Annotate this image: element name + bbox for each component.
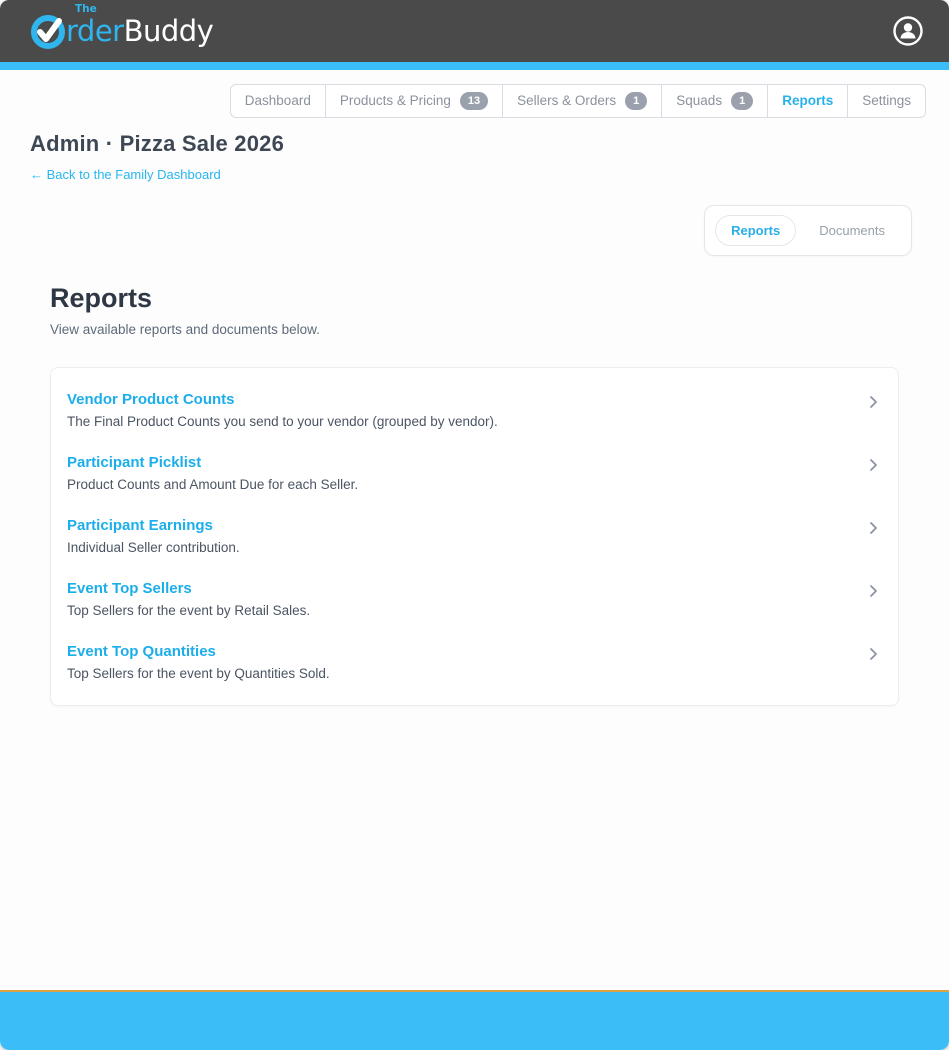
report-item-vendor-product-counts[interactable]: Vendor Product Counts The Final Product … [51,379,898,442]
count-badge: 13 [460,92,488,110]
report-title: Participant Earnings [67,517,850,534]
footer [0,990,949,1050]
report-item-participant-earnings[interactable]: Participant Earnings Individual Seller c… [51,505,898,568]
tab-settings[interactable]: Settings [847,85,925,117]
report-title: Event Top Sellers [67,580,850,597]
toggle-documents[interactable]: Documents [803,215,901,246]
reports-list-card: Vendor Product Counts The Final Product … [50,367,899,706]
chevron-right-icon [868,520,879,536]
tab-label: Settings [862,93,911,108]
chevron-right-icon [868,394,879,410]
tab-label: Reports [782,93,833,108]
section-subtitle: View available reports and documents bel… [50,322,899,337]
reports-section-header: Reports View available reports and docum… [0,256,949,337]
page-title: Admin · Pizza Sale 2026 [30,131,919,157]
logo-buddy: Buddy [124,17,214,46]
report-description: The Final Product Counts you send to you… [67,414,850,429]
count-badge: 1 [625,92,647,110]
main-content: Dashboard Products & Pricing 13 Sellers … [0,70,949,990]
accent-stripe [0,62,949,70]
tab-products-pricing[interactable]: Products & Pricing 13 [325,85,502,117]
report-description: Individual Seller contribution. [67,540,850,555]
tab-dashboard[interactable]: Dashboard [231,85,325,117]
tab-squads[interactable]: Squads 1 [661,85,767,117]
orderbuddy-logo[interactable]: The rder Buddy [28,11,213,51]
toggle-reports[interactable]: Reports [715,215,796,246]
app-window: The rder Buddy Dashboard Products & Pric… [0,0,949,1050]
logo-order: rder [66,17,124,46]
report-title: Event Top Quantities [67,643,850,660]
report-item-participant-picklist[interactable]: Participant Picklist Product Counts and … [51,442,898,505]
tab-label: Sellers & Orders [517,93,616,108]
chevron-right-icon [868,457,879,473]
account-circle-icon [892,15,924,47]
tab-bar-row: Dashboard Products & Pricing 13 Sellers … [0,70,949,118]
tab-label: Dashboard [245,93,311,108]
back-to-family-dashboard-link[interactable]: ← Back to the Family Dashboard [30,167,221,182]
report-description: Top Sellers for the event by Quantities … [67,666,850,681]
check-circle-logo-icon [28,11,68,51]
report-item-event-top-quantities[interactable]: Event Top Quantities Top Sellers for the… [51,631,898,694]
reports-documents-toggle: Reports Documents [704,205,912,256]
logo-the: The [75,4,97,15]
report-title: Participant Picklist [67,454,850,471]
chevron-right-icon [868,583,879,599]
tab-label: Products & Pricing [340,93,451,108]
account-button[interactable] [891,14,925,48]
tab-sellers-orders[interactable]: Sellers & Orders 1 [502,85,661,117]
tab-reports[interactable]: Reports [767,85,847,117]
event-nav-tabs: Dashboard Products & Pricing 13 Sellers … [230,84,926,118]
report-title: Vendor Product Counts [67,391,850,408]
report-description: Product Counts and Amount Due for each S… [67,477,850,492]
report-description: Top Sellers for the event by Retail Sale… [67,603,850,618]
view-toggle-row: Reports Documents [0,184,949,256]
top-bar: The rder Buddy [0,0,949,62]
count-badge: 1 [731,92,753,110]
tab-label: Squads [676,93,722,108]
page-header: Admin · Pizza Sale 2026 ← Back to the Fa… [0,118,949,184]
section-title: Reports [50,283,899,314]
chevron-right-icon [868,646,879,662]
report-item-event-top-sellers[interactable]: Event Top Sellers Top Sellers for the ev… [51,568,898,631]
